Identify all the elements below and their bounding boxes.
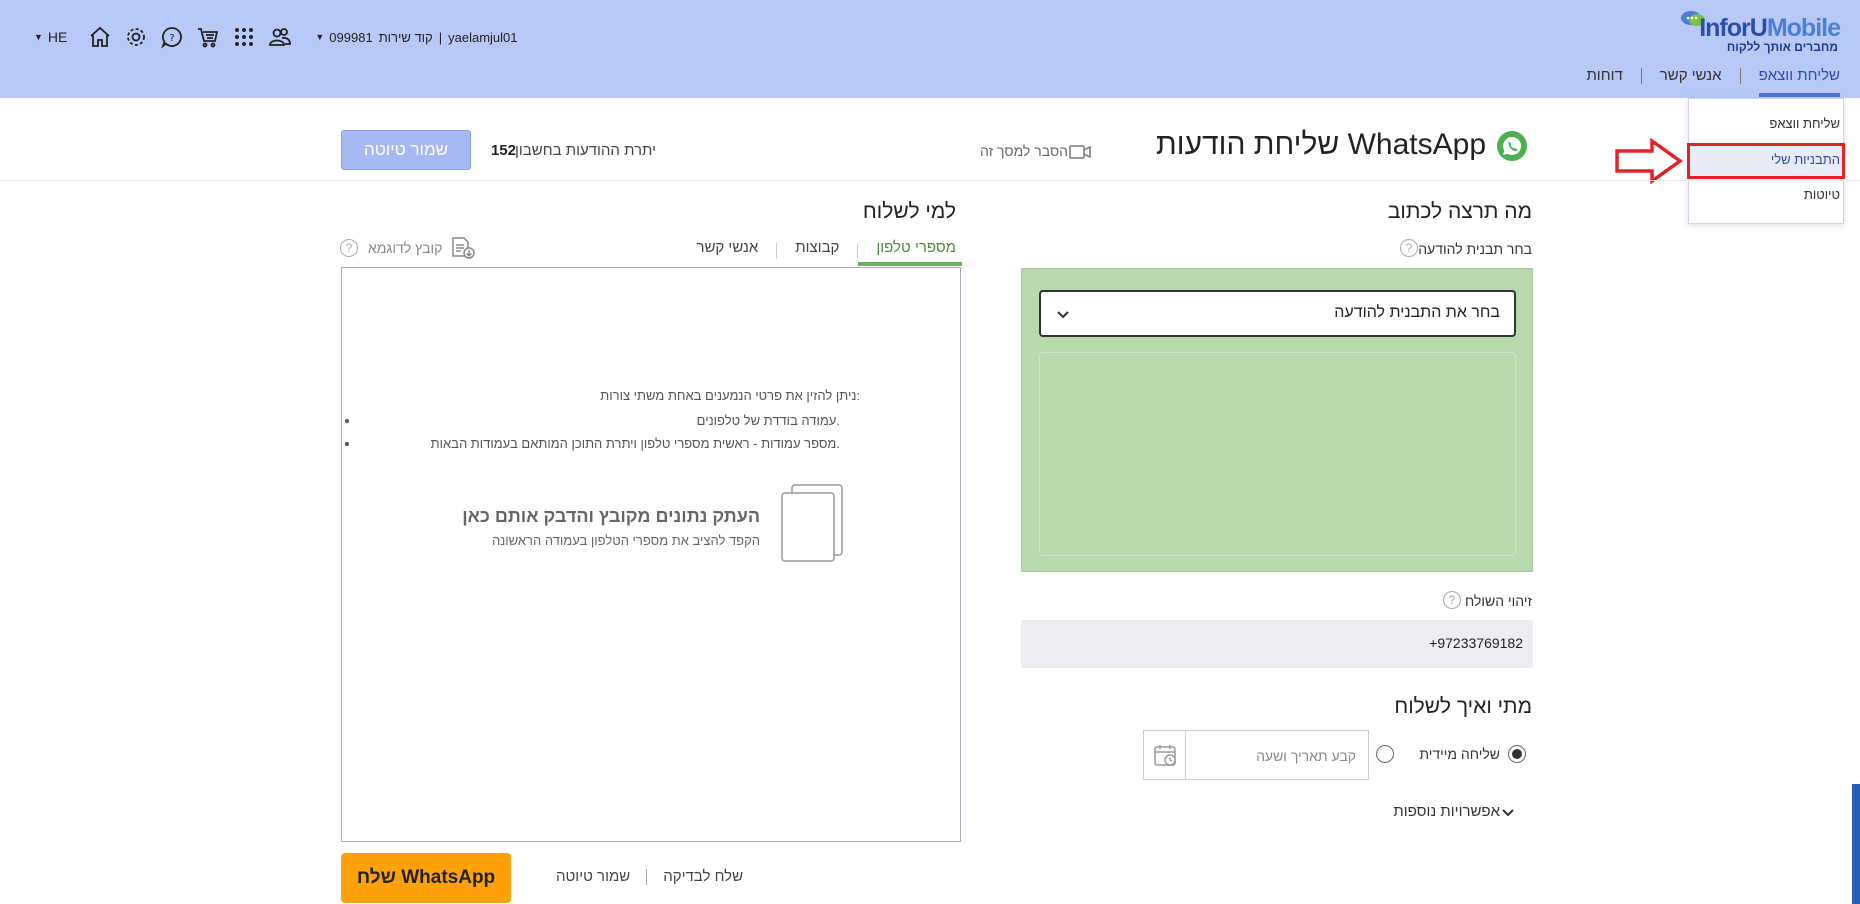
cart-icon[interactable]	[195, 24, 221, 50]
send-whatsapp-button[interactable]: שלח WhatsApp	[341, 853, 511, 903]
tab-contacts[interactable]: אנשי קשר	[678, 236, 776, 266]
calendar-icon[interactable]	[1144, 731, 1186, 779]
footer-divider	[646, 868, 648, 885]
remaining-messages-count: 152	[490, 142, 516, 159]
username: yaelamjul01	[448, 29, 518, 45]
main-nav: שליחת ווצאפ אנשי קשר דוחות	[1568, 66, 1840, 97]
tab-phone-numbers[interactable]: מספרי טלפון	[858, 236, 962, 266]
template-select[interactable]: בחר את התבנית להודעה	[1039, 290, 1516, 337]
dropdown-item-my-templates[interactable]: התבניות שלי	[1771, 152, 1840, 167]
user-info[interactable]: ▼ 099981 קוד שירות | yaelamjul01	[315, 30, 517, 45]
tab-groups[interactable]: קבוצות	[777, 236, 857, 266]
save-draft-link[interactable]: שמור טיוטה	[556, 868, 630, 885]
sample-file-link[interactable]: ? קובץ לדוגמא	[340, 236, 476, 260]
home-icon[interactable]	[87, 24, 113, 50]
language-selector[interactable]: ▼ HE	[34, 29, 67, 45]
dropdown-item-send-whatsapp[interactable]: שליחת ווצאפ	[1769, 116, 1840, 131]
nav-active-underline	[1758, 93, 1840, 97]
service-separator: |	[438, 29, 443, 45]
help-icon[interactable]: ?	[1443, 591, 1461, 609]
top-header: InforUMobile מחברים אותך ללקוח שליחת ווצ…	[0, 0, 1860, 98]
dropdown-item-drafts[interactable]: טיוטות	[1804, 187, 1840, 202]
paste-title: העתק נתונים מקובץ והדבק אותם כאן	[462, 506, 760, 526]
schedule-radio[interactable]	[1376, 745, 1394, 763]
subheader-divider	[0, 180, 1860, 181]
schedule-datetime-input[interactable]: קבע תאריך ושעה	[1143, 730, 1369, 780]
logo-tagline: מחברים אותך ללקוח	[1726, 40, 1838, 54]
explain-screen-link[interactable]: הסבר למסך זה	[980, 143, 1068, 159]
instruction-item: מספר עמודות - ראשית מספרי טלפון ויתרת הת…	[360, 436, 840, 451]
paste-hint: העתק נתונים מקובץ והדבק אותם כאן הקפד לה…	[462, 506, 760, 548]
paste-subtitle: הקפד להציב את מספרי הטלפון בעמודה הראשונ…	[491, 533, 760, 548]
page-scrollbar[interactable]	[1852, 784, 1860, 904]
gear-icon[interactable]	[123, 24, 149, 50]
apps-grid-icon[interactable]	[231, 24, 257, 50]
file-download-icon	[452, 237, 476, 259]
save-draft-button[interactable]: שמור טיוטה	[341, 130, 471, 170]
send-test-link[interactable]: שלח לבדיקה	[663, 868, 743, 885]
sender-id-field: +97233769182	[1021, 620, 1533, 668]
arrow-right-icon	[1615, 138, 1684, 184]
chevron-down-icon	[1502, 808, 1514, 816]
chevron-down-icon	[1057, 311, 1069, 319]
remaining-messages-label: יתרת ההודעות בחשבון	[515, 142, 656, 159]
help-icon[interactable]: ?	[1400, 239, 1418, 257]
recipients-instructions: ניתן להזין את פרטי הנמענים באחת משתי צור…	[360, 388, 860, 459]
recipients-paste-area[interactable]: ניתן להזין את פרטי הנמענים באחת משתי צור…	[341, 267, 961, 842]
template-select-value: בחר את התבנית להודעה	[1334, 304, 1500, 321]
instruction-item: עמודה בודדת של טלפונים.	[360, 413, 840, 428]
inforu-logo[interactable]: InforUMobile מחברים אותך ללקוח	[1680, 10, 1841, 54]
help-chat-icon[interactable]: ?	[159, 24, 185, 50]
caret-down-icon: ▼	[34, 32, 43, 42]
more-options-toggle[interactable]: אפשרויות נוספות	[1393, 803, 1526, 820]
when-section-title: מתי ואיך לשלוח	[1394, 695, 1532, 718]
nav-item-send-whatsapp[interactable]: שליחת ווצאפ	[1741, 66, 1840, 97]
nav-item-reports[interactable]: דוחות	[1568, 66, 1640, 86]
recipients-section-title: למי לשלוח	[862, 200, 956, 223]
video-icon[interactable]	[1069, 144, 1091, 160]
page-title: שליחת הודעות WhatsApp	[1156, 128, 1486, 161]
caret-down-icon: ▼	[315, 32, 325, 42]
send-now-label: שליחה מיידית	[1419, 746, 1500, 762]
logo-wordmark: InforUMobile	[1699, 14, 1841, 42]
template-preview-area	[1039, 352, 1516, 556]
recipients-tabs: מספרי טלפון קבוצות אנשי קשר	[660, 236, 962, 266]
sender-id-value: +97233769182	[1429, 635, 1523, 651]
compose-section-title: מה תרצה לכתוב	[1387, 200, 1532, 223]
service-code: 099981	[329, 29, 373, 45]
help-icon[interactable]: ?	[340, 239, 358, 257]
service-code-label: קוד שירות	[378, 29, 433, 45]
user-toolbar: ▼ HE ? ▼ 099981 קוד שירות | yaelamjul01	[34, 22, 517, 52]
users-icon[interactable]	[267, 24, 293, 50]
template-label: בחר תבנית להודעה	[1418, 241, 1532, 257]
nav-item-contacts[interactable]: אנשי קשר	[1642, 66, 1740, 86]
documents-icon	[781, 484, 843, 562]
send-now-radio[interactable]	[1508, 745, 1526, 763]
whatsapp-icon	[1497, 131, 1527, 161]
footer-links: שלח לבדיקה שמור טיוטה	[556, 868, 743, 885]
datetime-placeholder: קבע תאריך ושעה	[1256, 748, 1356, 764]
svg-text:?: ?	[170, 33, 175, 44]
sender-id-label: זיהוי השולח	[1465, 593, 1532, 609]
